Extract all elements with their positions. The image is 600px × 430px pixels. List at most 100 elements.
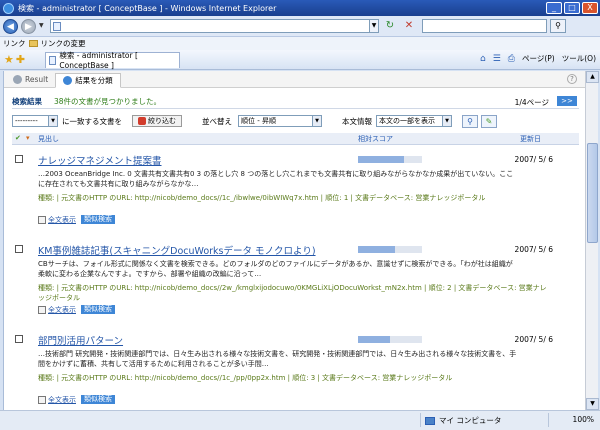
maximize-button[interactable]: □ (564, 2, 580, 14)
favorites-star-icon[interactable]: ★ (4, 53, 14, 66)
tools-menu[interactable]: ツール(O) (562, 53, 596, 64)
close-button[interactable]: X (582, 2, 598, 14)
computer-icon (425, 416, 435, 425)
similar-search-button[interactable]: 類似検索 (81, 395, 115, 404)
narrow-button-label: 絞り込む (148, 117, 176, 125)
home-icon[interactable]: ⌂ (480, 54, 486, 64)
print-icon[interactable]: ⎙ (508, 54, 515, 64)
ie-logo-icon (3, 2, 14, 14)
column-updated[interactable]: 更新日 (520, 134, 541, 144)
tab-classify-label: 結果を分類 (75, 76, 113, 85)
document-icon (38, 396, 46, 404)
full-text-label: 全文表示 (48, 306, 76, 314)
result-actions: 全文表示 類似検索 (38, 395, 115, 405)
filter-bar: --------- ▼ に一致する文書を 絞り込む 並べ替え 順位 - 昇順 ▼… (12, 113, 579, 129)
document-icon (38, 216, 46, 224)
add-favorites-icon[interactable]: ✚ (16, 53, 25, 66)
similar-search-button[interactable]: 類似検索 (81, 215, 115, 224)
result-title[interactable]: ナレッジマネジメント提案書 (38, 153, 162, 167)
result-actions: 全文表示 類似検索 (38, 215, 115, 225)
result-snippet: …技術部門 研究開発・技術関連部門では、日々生み出される様々な技術文書を、研究開… (38, 350, 517, 368)
result-icon (13, 75, 22, 84)
score-fill (358, 246, 396, 253)
score-fill (358, 336, 390, 343)
page-icon (49, 55, 57, 65)
body-select[interactable]: 本文の一部を表示 ▼ (376, 115, 452, 127)
forward-button[interactable]: ▶ (21, 18, 36, 34)
sort-select-value: 順位 - 昇順 (241, 117, 276, 125)
column-header: ✔ ▾ 見出し 相対スコア 更新日 (12, 133, 579, 145)
column-score[interactable]: 相対スコア (358, 134, 393, 144)
zone-label: マイ コンピュータ (439, 416, 502, 425)
result-title[interactable]: 部門別活用パターン (38, 333, 123, 347)
status-separator (420, 413, 421, 427)
search-input[interactable] (422, 19, 547, 33)
full-text-link[interactable]: 全文表示 (38, 215, 76, 225)
security-zone: マイ コンピュータ (425, 415, 501, 426)
help-icon[interactable]: ? (567, 74, 577, 84)
chevron-down-icon: ▼ (312, 116, 321, 126)
scroll-up-icon[interactable]: ▲ (586, 71, 599, 83)
next-page-button[interactable]: >> (557, 96, 577, 106)
sort-label: 並べ替え (202, 116, 232, 126)
url-dropdown-icon[interactable]: ▼ (369, 19, 379, 33)
result-date: 2007/ 5/ 6 (514, 335, 553, 344)
back-button[interactable]: ◀ (3, 18, 18, 34)
result-meta: 種類: | 元文書のHTTP のURL: http://nicob/demo_d… (38, 284, 547, 302)
search-icon[interactable]: ⚲ (462, 114, 478, 128)
status-bar: マイ コンピュータ 100% (0, 410, 600, 430)
links-bar: リンク リンクの変更 (0, 36, 600, 50)
window-controls: _ □ X (546, 2, 598, 14)
status-separator (548, 413, 549, 427)
result-meta: 種類: | 元文書のHTTP のURL: http://nicob/demo_d… (38, 374, 453, 382)
links-label: リンク (3, 39, 26, 48)
result-snippet: …2003 OceanBridge Inc. 0 文書共有文書共有0 3 の落と… (38, 170, 514, 188)
links-item[interactable]: リンクの変更 (41, 38, 86, 49)
result-date: 2007/ 5/ 6 (514, 155, 553, 164)
body-select-value: 本文の一部を表示 (379, 117, 435, 125)
chevron-down-icon: ▼ (442, 116, 451, 126)
full-text-label: 全文表示 (48, 216, 76, 224)
page-content: Result 結果を分類 ? 検索結果 38件の文書が見つかりました。 1/4ペ… (3, 71, 585, 410)
check-all-icon[interactable]: ✔ (15, 134, 21, 142)
score-bar (358, 246, 422, 253)
full-text-label: 全文表示 (48, 396, 76, 404)
zoom-level[interactable]: 100% (573, 415, 594, 424)
column-heading[interactable]: 見出し (38, 134, 59, 144)
refresh-icon[interactable]: ↻ (382, 19, 398, 33)
result-checkbox[interactable] (15, 155, 23, 163)
scroll-down-icon[interactable]: ▼ (586, 398, 599, 410)
tab-classify[interactable]: 結果を分類 (55, 73, 121, 88)
full-text-link[interactable]: 全文表示 (38, 305, 76, 315)
full-text-link[interactable]: 全文表示 (38, 395, 76, 405)
filter-icon[interactable]: ▾ (26, 134, 30, 142)
match-select[interactable]: --------- ▼ (12, 115, 58, 127)
url-input[interactable] (50, 19, 370, 33)
score-bar (358, 156, 422, 163)
browser-tab-label: 検索 - administrator [ ConceptBase ] (59, 51, 138, 70)
window-title-bar: 検索 - administrator [ ConceptBase ] - Win… (0, 0, 600, 16)
result-checkbox[interactable] (15, 245, 23, 253)
history-dropdown-icon[interactable]: ▼ (39, 21, 47, 31)
similar-search-button[interactable]: 類似検索 (81, 305, 115, 314)
result-title[interactable]: KM事例雑誌記事(スキャニングDocuWorksデータ モノクロより) (38, 243, 316, 257)
page-menu[interactable]: ページ(P) (522, 53, 555, 64)
score-bar (358, 336, 422, 343)
browser-tab-active[interactable]: 検索 - administrator [ ConceptBase ] (45, 51, 181, 70)
clear-filter-icon[interactable]: ✎ (481, 114, 497, 128)
scroll-thumb[interactable] (587, 143, 598, 243)
match-select-value: --------- (15, 117, 38, 125)
chevron-down-icon: ▼ (48, 116, 57, 126)
result-meta: 種類: | 元文書のHTTP のURL: http://nicob/demo_d… (38, 194, 486, 202)
minimize-button[interactable]: _ (546, 2, 562, 14)
narrow-button[interactable]: 絞り込む (132, 115, 182, 127)
result-checkbox[interactable] (15, 335, 23, 343)
match-label: に一致する文書を (62, 116, 122, 126)
tab-result[interactable]: Result (6, 72, 55, 87)
page-icon (53, 21, 61, 31)
search-icon[interactable]: ⚲ (550, 19, 566, 33)
feeds-icon[interactable]: ☰ (493, 54, 501, 64)
sort-select[interactable]: 順位 - 昇順 ▼ (238, 115, 322, 127)
vertical-scrollbar[interactable]: ▲ ▼ (585, 71, 599, 410)
stop-icon[interactable]: ✕ (401, 19, 417, 33)
